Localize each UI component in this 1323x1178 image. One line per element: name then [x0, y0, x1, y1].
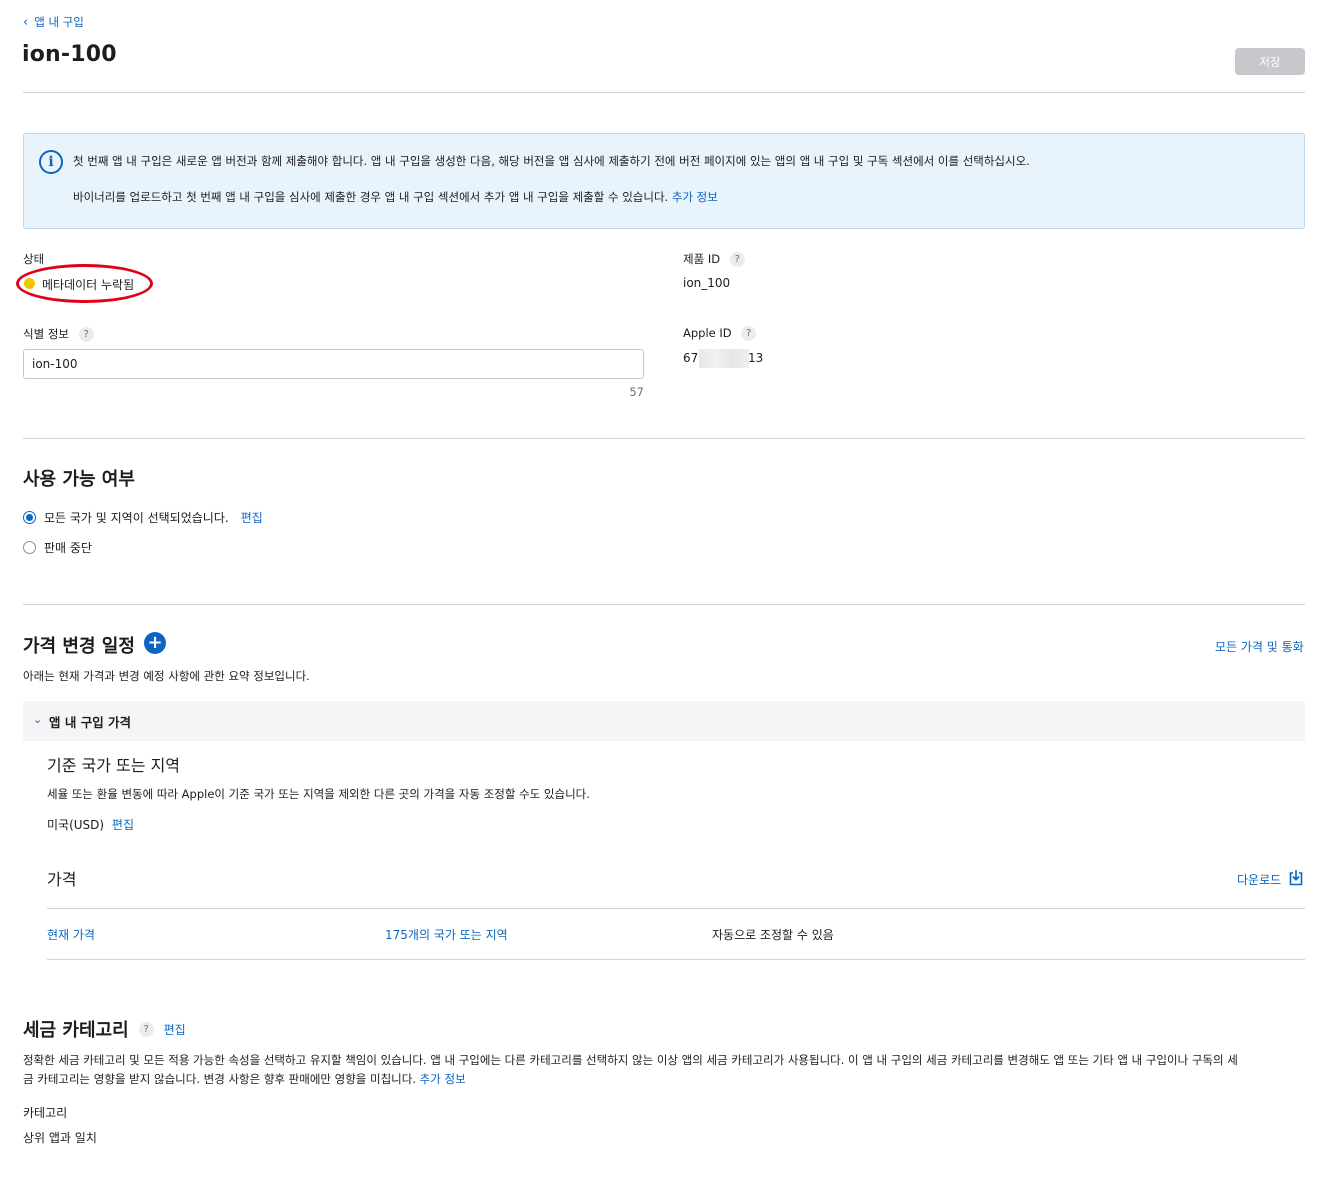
- save-button[interactable]: 저장: [1235, 48, 1305, 75]
- availability-option-all[interactable]: 모든 국가 및 지역이 선택되었습니다. 편집: [23, 509, 263, 526]
- download-icon[interactable]: [1288, 869, 1304, 886]
- base-region-value: 미국(USD): [47, 818, 105, 832]
- reference-label-group: 식별 정보 ?: [23, 326, 94, 342]
- price-schedule-summary: 아래는 현재 가격과 변경 예정 사항에 관한 요약 정보입니다.: [23, 669, 310, 683]
- category-value: 상위 앱과 일치: [23, 1131, 97, 1145]
- status-label: 상태: [23, 252, 45, 266]
- back-link-label: 앱 내 구입: [34, 15, 84, 29]
- info-banner: i 첫 번째 앱 내 구입은 새로운 앱 버전과 함께 제출해야 합니다. 앱 …: [23, 133, 1305, 229]
- tax-desc-line2-row: 금 카테고리는 영향을 받지 않습니다. 변경 사항은 향후 판매에만 영향을 …: [23, 1070, 1305, 1089]
- product-id-label-group: 제품 ID ?: [683, 251, 745, 267]
- section-divider: [23, 604, 1305, 605]
- tax-description: 정확한 세금 카테고리 및 모든 적용 가능한 속성을 선택하고 유지할 책임이…: [23, 1051, 1305, 1089]
- auto-adjust-text: 자동으로 조정할 수 있음: [712, 928, 834, 942]
- price-accordion-header[interactable]: ⌄ 앱 내 구입 가격: [23, 701, 1305, 741]
- base-region-row: 미국(USD) 편집: [47, 816, 134, 833]
- tax-header: 세금 카테고리 ? 편집: [23, 1016, 186, 1042]
- product-id-value: ion_100: [683, 276, 731, 290]
- help-icon[interactable]: ?: [138, 1021, 154, 1037]
- tax-desc-line2: 금 카테고리는 영향을 받지 않습니다. 변경 사항은 향후 판매에만 영향을 …: [23, 1072, 417, 1086]
- info-text-2: 바이너리를 업로드하고 첫 번째 앱 내 구입을 심사에 제출한 경우 앱 내 …: [73, 189, 718, 205]
- redaction-blur: [699, 349, 749, 368]
- chevron-left-icon: ‹: [23, 14, 29, 30]
- price-table-bottom-divider: [47, 959, 1305, 960]
- base-region-title: 기준 국가 또는 지역: [47, 756, 181, 775]
- base-region-desc: 세율 또는 환율 변동에 따라 Apple이 기준 국가 또는 지역을 제외한 …: [47, 787, 590, 801]
- chevron-down-icon: ⌄: [33, 713, 43, 726]
- radio-selected-icon[interactable]: [23, 511, 36, 524]
- help-icon[interactable]: ?: [729, 252, 745, 267]
- apple-id-suffix: 13: [748, 351, 764, 365]
- back-link[interactable]: ‹ 앱 내 구입: [23, 14, 84, 30]
- tax-edit-link[interactable]: 편집: [164, 1021, 186, 1038]
- availability-title: 사용 가능 여부: [23, 469, 135, 490]
- section-divider: [23, 438, 1305, 439]
- reference-label: 식별 정보: [23, 327, 69, 341]
- download-link[interactable]: 다운로드: [1237, 871, 1281, 888]
- price-table-top-divider: [47, 908, 1305, 909]
- product-id-label: 제품 ID: [683, 252, 721, 266]
- apple-id-label-group: Apple ID ?: [683, 326, 757, 341]
- help-icon[interactable]: ?: [741, 326, 757, 341]
- help-icon[interactable]: ?: [78, 327, 94, 342]
- tax-more-link[interactable]: 추가 정보: [420, 1072, 466, 1086]
- info-text-2-body: 바이너리를 업로드하고 첫 번째 앱 내 구입을 심사에 제출한 경우 앱 내 …: [73, 190, 669, 204]
- current-price-link[interactable]: 현재 가격: [47, 926, 95, 943]
- accordion-label: 앱 내 구입 가격: [49, 715, 132, 730]
- category-label: 카테고리: [23, 1106, 68, 1120]
- base-region-edit-link[interactable]: 편집: [112, 818, 134, 832]
- header-divider: [23, 92, 1305, 93]
- price-title: 가격: [47, 870, 77, 889]
- all-prices-link[interactable]: 모든 가격 및 통화: [1215, 638, 1304, 655]
- radio-unselected-icon[interactable]: [23, 541, 36, 554]
- apple-id-label: Apple ID: [683, 326, 732, 340]
- add-price-change-button[interactable]: +: [144, 632, 166, 654]
- status-indicator-icon: [24, 278, 35, 289]
- availability-option-all-label: 모든 국가 및 지역이 선택되었습니다.: [44, 511, 229, 525]
- page-title: ion-100: [22, 42, 117, 67]
- price-schedule-title: 가격 변경 일정: [23, 636, 135, 657]
- availability-option-removed-label: 판매 중단: [44, 541, 92, 555]
- info-text-1: 첫 번째 앱 내 구입은 새로운 앱 버전과 함께 제출해야 합니다. 앱 내 …: [73, 154, 1030, 168]
- regions-link[interactable]: 175개의 국가 또는 지역: [385, 926, 508, 943]
- tax-desc-line1: 정확한 세금 카테고리 및 모든 적용 가능한 속성을 선택하고 유지할 책임이…: [23, 1053, 1238, 1067]
- availability-option-removed[interactable]: 판매 중단: [23, 539, 92, 556]
- status-value: 메타데이터 누락됨: [42, 278, 135, 292]
- character-counter: 57: [629, 385, 644, 399]
- info-more-link[interactable]: 추가 정보: [672, 190, 718, 204]
- apple-id-prefix: 67: [683, 351, 699, 365]
- tax-title: 세금 카테고리: [23, 1020, 129, 1041]
- info-circle-icon: i: [39, 150, 63, 174]
- availability-edit-link[interactable]: 편집: [241, 509, 263, 526]
- reference-name-input[interactable]: [23, 349, 644, 379]
